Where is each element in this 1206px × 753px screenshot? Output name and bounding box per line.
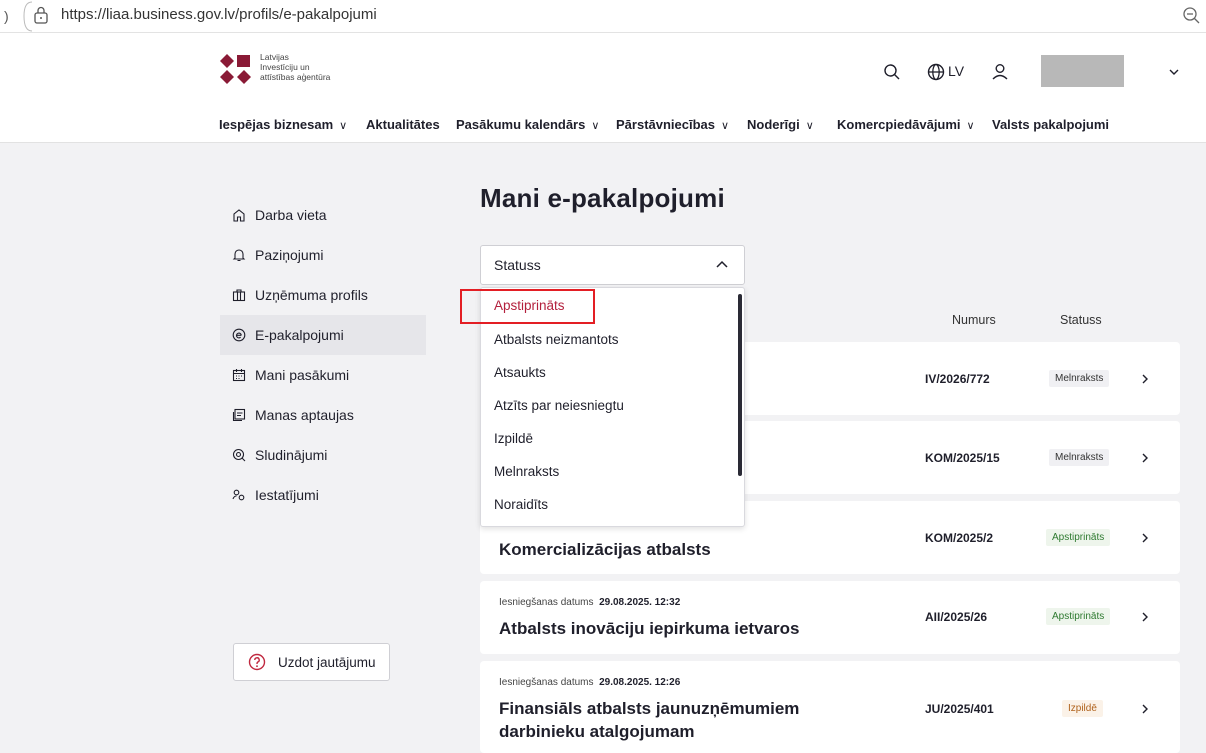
- submission-date-value: 29.08.2025. 12:26: [599, 677, 681, 688]
- sidebar-item-iestatijumi[interactable]: Iestatījumi: [220, 475, 426, 515]
- status-badge: Izpildē: [1062, 700, 1103, 717]
- sidebar-item-e-pakalpojumi[interactable]: E-pakalpojumi: [220, 315, 426, 355]
- service-card[interactable]: Iesniegšanas datums 29.08.2025. 12:26 Fi…: [480, 661, 1180, 753]
- calendar-icon: [232, 369, 246, 382]
- liaa-logo[interactable]: Latvijas Investīciju un attīstības aģent…: [220, 52, 370, 92]
- annotation-highlight: [460, 289, 595, 324]
- url-text[interactable]: https://liaa.business.gov.lv/profils/e-p…: [61, 6, 377, 23]
- chevron-right-icon[interactable]: [1140, 611, 1150, 623]
- lock-icon[interactable]: [33, 6, 49, 24]
- dropdown-scrollbar[interactable]: [738, 294, 742, 476]
- sidebar-item-label: Iestatījumi: [255, 487, 319, 503]
- chevron-up-icon[interactable]: [716, 260, 728, 270]
- logo-line-3: attīstības aģentūra: [260, 72, 331, 82]
- user-icon[interactable]: [990, 62, 1010, 82]
- back-edge-icon[interactable]: ): [4, 8, 9, 24]
- sidebar-item-label: Mani pasākumi: [255, 367, 350, 383]
- service-number: KOM/2025/15: [925, 451, 1000, 465]
- chevron-down-icon: ∨: [721, 120, 730, 132]
- status-select-label: Statuss: [494, 257, 541, 273]
- sidebar-item-pazinojumi[interactable]: Paziņojumi: [220, 235, 426, 275]
- zoom-out-icon[interactable]: [1182, 6, 1200, 24]
- ask-question-label: Uzdot jautājumu: [278, 654, 376, 670]
- status-badge: Melnraksts: [1049, 449, 1110, 466]
- logo-mark-icon: [220, 54, 251, 84]
- settings-icon: [232, 489, 245, 501]
- nav-parstavniecibas[interactable]: Pārstāvniecības ∨: [616, 117, 729, 132]
- sidebar-item-label: E-pakalpojumi: [255, 327, 344, 343]
- language-selector[interactable]: LV: [948, 63, 964, 79]
- chevron-down-icon: ∨: [805, 120, 814, 132]
- service-number: IV/2026/772: [925, 372, 990, 386]
- logo-line-2: Investīciju un: [260, 62, 310, 72]
- sidebar-item-label: Uzņēmuma profils: [255, 287, 368, 303]
- service-title: Atbalsts inovāciju iepirkuma ietvaros: [499, 619, 800, 638]
- status-select[interactable]: Statuss: [480, 245, 745, 285]
- service-number: JU/2025/401: [925, 702, 994, 716]
- column-header-number: Numurs: [952, 313, 996, 327]
- home-icon: [233, 209, 245, 222]
- logo-line-1: Latvijas: [260, 52, 289, 62]
- chevron-right-icon[interactable]: [1140, 703, 1150, 715]
- sidebar-item-label: Darba vieta: [255, 207, 327, 223]
- sidebar-item-label: Manas aptaujas: [255, 407, 354, 423]
- sidebar-item-uznemuma-profils[interactable]: Uzņēmuma profils: [220, 275, 426, 315]
- browser-url-bar: ) https://liaa.business.gov.lv/profils/e…: [0, 0, 1206, 33]
- ask-question-button[interactable]: Uzdot jautājumu: [233, 643, 390, 681]
- chevron-down-icon: ∨: [966, 120, 975, 132]
- announcement-icon: [232, 448, 246, 462]
- service-number: KOM/2025/2: [925, 531, 994, 545]
- briefcase-icon: [232, 289, 246, 302]
- search-icon[interactable]: [882, 62, 902, 82]
- e-service-icon: [232, 328, 246, 342]
- chevron-down-icon: ∨: [339, 120, 348, 132]
- option-melnraksts[interactable]: Melnraksts: [494, 464, 559, 479]
- chevron-right-icon[interactable]: [1140, 532, 1150, 544]
- service-title: Komercializācijas atbalsts: [499, 540, 711, 559]
- survey-icon: [232, 408, 246, 422]
- service-title: Finansiāls atbalsts jaunuzņēmumiem darbi…: [499, 699, 800, 741]
- option-izpilde[interactable]: Izpildē: [494, 431, 533, 446]
- nav-pasakumu-kalendars[interactable]: Pasākumu kalendārs ∨: [456, 117, 599, 132]
- chevron-down-icon[interactable]: [1167, 65, 1181, 79]
- nav-noderigi[interactable]: Noderīgi ∨: [747, 117, 814, 132]
- page-title: Mani e-pakalpojumi: [480, 183, 725, 213]
- sidebar-item-label: Paziņojumi: [255, 247, 324, 263]
- submission-date-label: Iesniegšanas datums: [499, 677, 594, 688]
- user-name-redacted[interactable]: [1041, 55, 1124, 87]
- nav-valsts-pakalpojumi[interactable]: Valsts pakalpojumi: [992, 117, 1109, 132]
- logo-text: Latvijas Investīciju un attīstības aģent…: [260, 52, 330, 82]
- sidebar-item-darba-vieta[interactable]: Darba vieta: [220, 195, 426, 235]
- chevron-right-icon[interactable]: [1140, 452, 1150, 464]
- submission-date: Iesniegšanas datums 29.08.2025. 12:32: [499, 597, 680, 608]
- option-atsaukts[interactable]: Atsaukts: [494, 365, 546, 380]
- sidebar-item-label: Sludinājumi: [255, 447, 328, 463]
- submission-date-label: Iesniegšanas datums: [499, 597, 594, 608]
- nav-komercpiedavajumi[interactable]: Komercpiedāvājumi ∨: [837, 117, 975, 132]
- bell-icon: [232, 249, 246, 262]
- service-card[interactable]: Iesniegšanas datums 29.08.2025. 12:32 At…: [480, 581, 1180, 654]
- option-noraidits[interactable]: Noraidīts: [494, 497, 548, 512]
- column-header-status: Statuss: [1060, 313, 1102, 327]
- sidebar-item-sludinajumi[interactable]: Sludinājumi: [220, 435, 426, 475]
- status-badge: Melnraksts: [1049, 370, 1110, 387]
- sidebar-item-manas-aptaujas[interactable]: Manas aptaujas: [220, 395, 426, 435]
- nav-iespejas-biznesam[interactable]: Iespējas biznesam ∨: [219, 117, 347, 132]
- submission-date: Iesniegšanas datums 29.08.2025. 12:26: [499, 677, 680, 688]
- status-badge: Apstiprināts: [1046, 608, 1111, 625]
- globe-icon[interactable]: [926, 62, 946, 82]
- option-atbalsts-neizmantots[interactable]: Atbalsts neizmantots: [494, 332, 619, 347]
- chevron-right-icon[interactable]: [1140, 373, 1150, 385]
- status-badge: Apstiprināts: [1046, 529, 1111, 546]
- nav-aktualitates[interactable]: Aktualitātes: [366, 117, 440, 132]
- chevron-down-icon: ∨: [591, 120, 600, 132]
- sidebar-item-mani-pasakumi[interactable]: Mani pasākumi: [220, 355, 426, 395]
- question-icon: [248, 653, 266, 671]
- option-atzits-par-neiesniegtu[interactable]: Atzīts par neiesniegtu: [494, 398, 624, 413]
- service-number: AII/2025/26: [925, 610, 988, 624]
- submission-date-value: 29.08.2025. 12:32: [599, 597, 681, 608]
